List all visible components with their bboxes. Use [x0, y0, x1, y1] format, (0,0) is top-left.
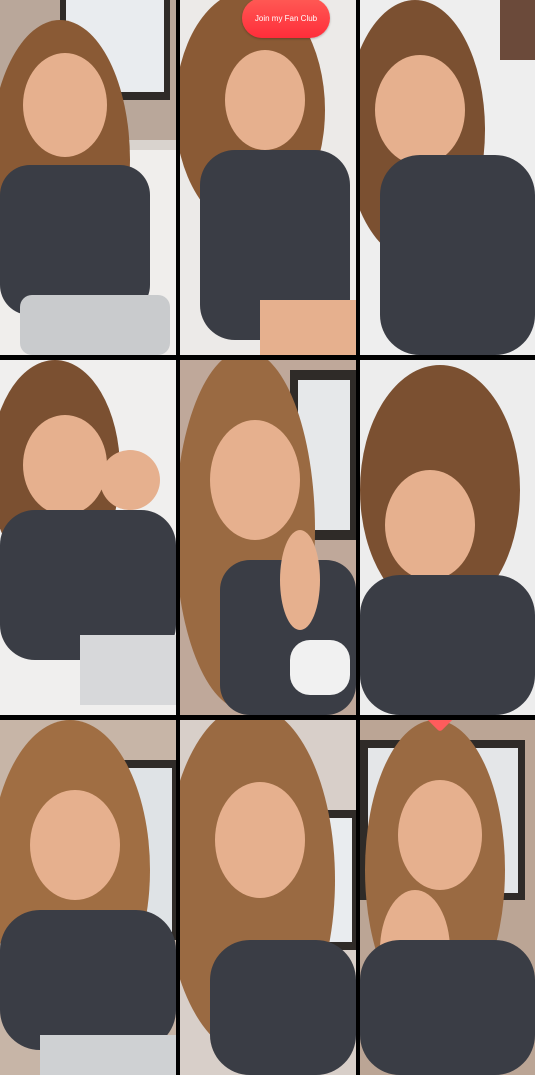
photo-tile-4 [0, 360, 176, 715]
photo-tile-5 [180, 360, 356, 715]
photo-collage-grid: Join my Fan Club [0, 0, 535, 1075]
heart-icon [426, 720, 454, 734]
photo-tile-1 [0, 0, 176, 355]
photo-tile-9 [360, 720, 535, 1075]
photo-tile-2: Join my Fan Club [180, 0, 356, 355]
photo-tile-3 [360, 0, 535, 355]
photo-tile-8 [180, 720, 356, 1075]
photo-tile-6 [360, 360, 535, 715]
fan-club-badge[interactable]: Join my Fan Club [242, 0, 330, 38]
photo-tile-7 [0, 720, 176, 1075]
